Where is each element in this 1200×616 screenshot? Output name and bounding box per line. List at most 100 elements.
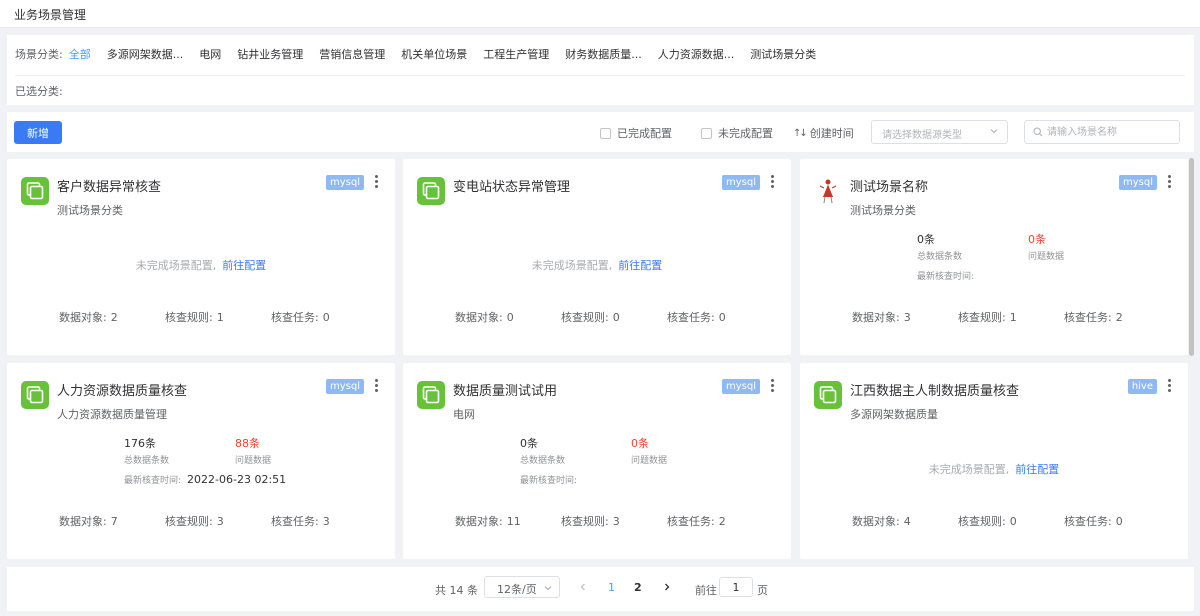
more-vertical-icon[interactable]: [371, 377, 381, 393]
last-check: 最新核查时间:: [917, 269, 980, 282]
objects-label: 数据对象:: [59, 311, 107, 324]
config-pending-notice: 未完成场景配置, 前往配置: [800, 461, 1188, 477]
datasource-tag: mysql: [326, 175, 364, 190]
scrollbar-thumb[interactable]: [1189, 158, 1194, 356]
tasks-value: 2: [718, 515, 726, 528]
category-filter-item[interactable]: 机关单位场景: [401, 46, 467, 62]
total-caption: 总数据条数: [917, 252, 963, 262]
checkbox-box[interactable]: [701, 127, 712, 139]
completed-config-label: 已完成配置: [617, 127, 672, 140]
category-filter-item[interactable]: 营销信息管理: [319, 46, 385, 62]
rules-label: 核查规则:: [958, 311, 1006, 324]
sort-label: 创建时间: [809, 127, 854, 140]
total-stat: 0条 总数据条数: [520, 435, 565, 466]
more-vertical-icon[interactable]: [1164, 377, 1174, 393]
scene-card[interactable]: 客户数据异常核查 测试场景分类 mysql 未完成场景配置, 前往配置 数据对象: 2 核查规…: [7, 159, 395, 355]
category-filter-panel: 场景分类: 全部 多源网架数据... 电网 钻井业务管理 营销信息管理 机关单位场景 工程生…: [7, 35, 1194, 105]
goto-config-link[interactable]: 前往配置: [222, 259, 266, 272]
more-vertical-icon[interactable]: [371, 173, 381, 189]
chevron-right-icon[interactable]: [662, 582, 672, 592]
category-filter-item[interactable]: 人力资源数据...: [658, 46, 735, 62]
search-input[interactable]: [1047, 124, 1175, 140]
scene-card[interactable]: 江西数据主人制数据质量核查 多源网架数据质量 hive 未完成场景配置, 前往配置 数据对…: [800, 363, 1188, 559]
scene-card[interactable]: 测试场景名称 测试场景分类 mysql 0条 总数据条数 0条 问题数据 最新核查时间: 数据对…: [800, 159, 1188, 355]
rules-count: 核查规则: 3: [165, 513, 224, 529]
tasks-value: 3: [322, 515, 330, 528]
filter-divider: [15, 75, 1185, 76]
card-title[interactable]: 数据质量测试试用: [453, 380, 557, 399]
objects-label: 数据对象:: [455, 311, 503, 324]
scene-card[interactable]: 变电站状态异常管理 mysql 未完成场景配置, 前往配置 数据对象: 0 核查规则: 0 核查…: [403, 159, 791, 355]
issue-count-value: 0条: [1028, 233, 1046, 246]
pagination: 共 14 条 12条/页 1 2 前往 页: [7, 567, 1194, 611]
tasks-value: 2: [1115, 311, 1123, 324]
issue-caption: 问题数据: [235, 456, 272, 466]
objects-count: 数据对象: 2: [59, 309, 118, 325]
category-filter-item[interactable]: 钻井业务管理: [237, 46, 303, 62]
rules-value: 3: [612, 515, 620, 528]
card-title[interactable]: 江西数据主人制数据质量核查: [850, 380, 1019, 399]
incomplete-config-label: 未完成配置: [718, 127, 773, 140]
chevron-left-icon[interactable]: [578, 582, 588, 592]
objects-count: 数据对象: 11: [455, 513, 521, 529]
card-title[interactable]: 测试场景名称: [850, 176, 928, 195]
page-button-2[interactable]: 2: [634, 581, 642, 594]
rules-label: 核查规则:: [561, 311, 609, 324]
rules-label: 核查规则:: [958, 515, 1006, 528]
stack-icon: [21, 177, 49, 205]
card-icon: [21, 177, 49, 205]
last-check: 最新核查时间:: [520, 473, 583, 486]
card-title[interactable]: 变电站状态异常管理: [453, 176, 570, 195]
page-size-select[interactable]: 12条/页: [484, 576, 560, 598]
objects-value: 2: [110, 311, 118, 324]
objects-count: 数据对象: 0: [455, 309, 514, 325]
more-vertical-icon[interactable]: [767, 173, 777, 189]
card-title[interactable]: 人力资源数据质量核查: [57, 380, 187, 399]
issue-caption: 问题数据: [631, 456, 668, 466]
figure-icon: [819, 179, 837, 204]
page-size-value: 12条/页: [497, 583, 537, 596]
more-vertical-icon[interactable]: [767, 377, 777, 393]
card-subtitle: 测试场景分类: [57, 204, 123, 217]
datasource-type-select[interactable]: 请选择数据源类型: [871, 120, 1008, 144]
sort-by-created-time[interactable]: ↑↓ 创建时间: [793, 125, 854, 141]
issue-stat: 0条 问题数据: [631, 435, 667, 466]
checkbox-box[interactable]: [600, 127, 611, 139]
category-filter-item[interactable]: 财务数据质量...: [565, 46, 642, 62]
add-button[interactable]: 新增: [14, 121, 62, 144]
tasks-label: 核查任务:: [271, 311, 319, 324]
goto-config-link[interactable]: 前往配置: [1015, 463, 1059, 476]
category-filter-item[interactable]: 全部: [69, 46, 91, 62]
objects-value: 0: [506, 311, 514, 324]
category-filter-item[interactable]: 测试场景分类: [750, 46, 816, 62]
goto-config-link[interactable]: 前往配置: [618, 259, 662, 272]
card-title[interactable]: 客户数据异常核查: [57, 176, 161, 195]
last-check-label: 最新核查时间:: [124, 476, 182, 486]
category-filter-label: 场景分类:: [15, 48, 63, 61]
total-caption: 总数据条数: [124, 456, 170, 466]
tasks-label: 核查任务:: [1064, 515, 1112, 528]
incomplete-config-checkbox[interactable]: 未完成配置: [701, 125, 773, 141]
page-button-1[interactable]: 1: [608, 581, 615, 594]
objects-label: 数据对象:: [852, 515, 900, 528]
category-filter-item[interactable]: 工程生产管理: [483, 46, 549, 62]
last-check-time: 2022-06-23 02:51: [187, 473, 287, 486]
scene-card[interactable]: 数据质量测试试用 电网 mysql 0条 总数据条数 0条 问题数据 最新核查时间: 数据对象:…: [403, 363, 791, 559]
last-check-label: 最新核查时间:: [917, 272, 975, 282]
objects-count: 数据对象: 3: [852, 309, 911, 325]
issue-stat: 88条 问题数据: [235, 435, 271, 466]
tasks-label: 核查任务:: [667, 515, 715, 528]
category-filter-item[interactable]: 电网: [199, 46, 221, 62]
scene-search[interactable]: [1024, 120, 1180, 144]
objects-label: 数据对象:: [455, 515, 503, 528]
completed-config-checkbox[interactable]: 已完成配置: [600, 125, 672, 141]
config-pending-notice: 未完成场景配置, 前往配置: [403, 257, 791, 273]
objects-label: 数据对象:: [59, 515, 107, 528]
more-vertical-icon[interactable]: [1164, 173, 1174, 189]
last-check-label: 最新核查时间:: [520, 476, 578, 486]
config-pending-text: 未完成场景配置,: [928, 463, 1010, 476]
category-filter-item[interactable]: 多源网架数据...: [107, 46, 184, 62]
goto-page-input[interactable]: [719, 577, 753, 597]
scene-card[interactable]: 人力资源数据质量核查 人力资源数据质量管理 mysql 176条 总数据条数 88条 问题数…: [7, 363, 395, 559]
tasks-count: 核查任务: 0: [271, 309, 330, 325]
